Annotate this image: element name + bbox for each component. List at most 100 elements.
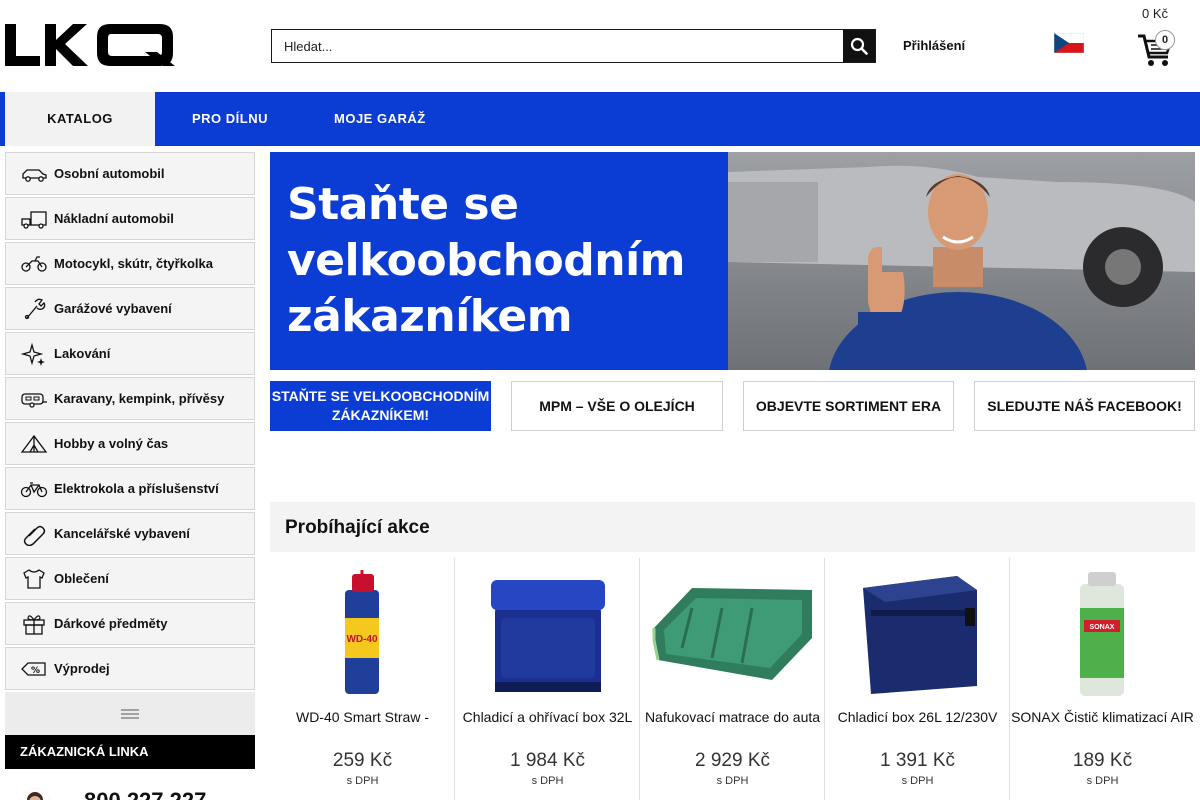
nav-moje-garaz[interactable]: MOJE GARÁŽ xyxy=(334,92,426,146)
sidebar-item-nakladni-automobil[interactable]: Nákladní automobil xyxy=(5,197,255,240)
czech-flag-icon[interactable] xyxy=(1053,32,1085,54)
sidebar-item-vyprodej[interactable]: % Výprodej xyxy=(5,647,255,690)
sidebar-item-karavany[interactable]: Karavany, kempink, přívěsy xyxy=(5,377,255,420)
category-sidebar: Osobní automobil Nákladní automobil Moto… xyxy=(5,152,255,736)
product-image-wd40[interactable]: WD-40 xyxy=(282,568,443,698)
bicycle-icon xyxy=(20,481,48,497)
cart-count-badge: 0 xyxy=(1155,30,1175,50)
product-price: 189 Kč xyxy=(1072,750,1133,771)
lkq-logo[interactable] xyxy=(5,22,175,68)
tshirt-icon xyxy=(23,568,45,589)
sidebar-item-label: Elektrokola a příslušenství xyxy=(54,481,219,496)
sidebar-item-label: Karavany, kempink, přívěsy xyxy=(54,391,225,406)
sale-tag-icon: % xyxy=(21,661,46,676)
product-name[interactable]: WD-40 Smart Straw - xyxy=(270,709,455,741)
product-vat-note: s DPH xyxy=(346,775,379,787)
product-vat-note: s DPH xyxy=(901,775,934,787)
sidebar-item-label: Lakování xyxy=(54,346,111,361)
product-price: 2 929 Kč xyxy=(695,750,770,771)
hero-banner[interactable]: Staňte se velkoobchodním zákazníkem xyxy=(270,152,1195,370)
product-card[interactable]: Nafukovací matrace do auta 2 929 Kč s DP… xyxy=(640,558,825,800)
promo-label: SLEDUJTE NÁŠ FACEBOOK! xyxy=(987,397,1182,414)
hotline-agent-avatar xyxy=(20,788,50,800)
product-image-cooler-32l[interactable] xyxy=(467,568,628,698)
paperclip-icon xyxy=(23,525,46,546)
banner-line-3: zákazníkem xyxy=(287,291,573,342)
sidebar-item-lakovani[interactable]: Lakování xyxy=(5,332,255,375)
sidebar-more-button[interactable] xyxy=(5,692,255,736)
promotions-section-header: Probíhající akce xyxy=(270,502,1195,552)
sidebar-item-garazove-vybaveni[interactable]: Garážové vybavení xyxy=(5,287,255,330)
promo-facebook-button[interactable]: SLEDUJTE NÁŠ FACEBOOK! xyxy=(974,381,1195,431)
product-price: 259 Kč xyxy=(332,750,393,771)
sidebar-item-label: Garážové vybavení xyxy=(54,301,172,316)
search-icon xyxy=(850,37,868,55)
promo-mpm-oils-button[interactable]: MPM – VŠE O OLEJÍCH xyxy=(511,381,723,431)
sidebar-item-elektrokola[interactable]: Elektrokola a příslušenství xyxy=(5,467,255,510)
banner-text-panel: Staňte se velkoobchodním zákazníkem xyxy=(270,152,728,370)
svg-text:SONAX: SONAX xyxy=(1090,624,1115,631)
sidebar-item-obleceni[interactable]: Oblečení xyxy=(5,557,255,600)
gift-icon xyxy=(23,614,45,635)
product-image-sonax-ac-cleaner[interactable]: SONAX xyxy=(1022,568,1183,698)
sidebar-item-label: Oblečení xyxy=(54,571,109,586)
svg-text:%: % xyxy=(31,666,40,676)
product-name[interactable]: Nafukovací matrace do auta xyxy=(640,709,825,741)
search-bar xyxy=(271,29,876,63)
promo-wholesale-button[interactable]: STAŇTE SE VELKOOBCHODNÍM ZÁKAZNÍKEM! xyxy=(270,381,491,431)
motorcycle-icon xyxy=(21,255,47,272)
svg-text:WD-40: WD-40 xyxy=(346,634,378,645)
hamburger-icon xyxy=(121,709,139,719)
sidebar-item-label: Dárkové předměty xyxy=(54,616,168,631)
main-nav: KATALOG PRO DÍLNU MOJE GARÁŽ xyxy=(0,92,1200,146)
sidebar-item-label: Motocykl, skútr, čtyřkolka xyxy=(54,256,213,271)
sidebar-item-motocykl[interactable]: Motocykl, skútr, čtyřkolka xyxy=(5,242,255,285)
sidebar-item-kancelarske[interactable]: Kancelářské vybavení xyxy=(5,512,255,555)
product-card[interactable]: Chladicí a ohřívací box 32L 1 984 Kč s D… xyxy=(455,558,640,800)
product-card[interactable]: WD-40 WD-40 Smart Straw - 259 Kč s DPH xyxy=(270,558,455,800)
sidebar-item-darkove-predmety[interactable]: Dárkové předměty xyxy=(5,602,255,645)
nav-katalog[interactable]: KATALOG xyxy=(5,92,155,146)
car-icon xyxy=(22,168,47,182)
truck-icon xyxy=(21,210,47,229)
nav-pro-dilnu[interactable]: PRO DÍLNU xyxy=(192,92,268,146)
sidebar-item-label: Osobní automobil xyxy=(54,166,165,181)
product-name[interactable]: SONAX Čistič klimatizací AIR xyxy=(1010,709,1195,741)
product-image-cooler-26l[interactable] xyxy=(837,568,998,698)
product-carousel: WD-40 WD-40 Smart Straw - 259 Kč s DPH C… xyxy=(270,558,1195,800)
product-card[interactable]: Chladicí box 26L 12/230V 1 391 Kč s DPH xyxy=(825,558,1010,800)
product-name[interactable]: Chladicí a ohřívací box 32L xyxy=(455,709,640,741)
promo-label: STAŇTE SE VELKOOBCHODNÍM ZÁKAZNÍKEM! xyxy=(271,388,490,423)
product-vat-note: s DPH xyxy=(716,775,749,787)
sidebar-item-hobby[interactable]: Hobby a volný čas xyxy=(5,422,255,465)
sidebar-item-label: Výprodej xyxy=(54,661,110,676)
search-input[interactable] xyxy=(272,30,843,62)
banner-headline: Staňte se velkoobchodním zákazníkem xyxy=(287,177,686,345)
customer-hotline-heading: ZÁKAZNICKÁ LINKA xyxy=(5,735,255,769)
search-button[interactable] xyxy=(843,30,875,62)
banner-mechanic-photo xyxy=(728,152,1195,370)
product-image-air-mattress[interactable] xyxy=(652,568,813,698)
wrench-icon xyxy=(24,298,46,319)
sparkle-icon xyxy=(20,342,45,366)
section-title: Probíhající akce xyxy=(285,517,430,538)
sidebar-item-label: Kancelářské vybavení xyxy=(54,526,190,541)
tent-icon xyxy=(20,434,48,453)
promo-label: MPM – VŠE O OLEJÍCH xyxy=(539,397,695,414)
sidebar-item-label: Hobby a volný čas xyxy=(54,436,169,451)
site-header: Přihlášení 0 Kč 0 xyxy=(0,0,1200,92)
caravan-icon xyxy=(21,392,47,408)
login-link[interactable]: Přihlášení xyxy=(903,38,965,53)
product-card[interactable]: SONAX SONAX Čistič klimatizací AIR 189 K… xyxy=(1010,558,1195,800)
product-vat-note: s DPH xyxy=(531,775,564,787)
sidebar-item-label: Nákladní automobil xyxy=(54,211,174,226)
hotline-phone-number[interactable]: 800 227 227 xyxy=(84,788,206,800)
sidebar-item-osobni-automobil[interactable]: Osobní automobil xyxy=(5,152,255,195)
product-price: 1 984 Kč xyxy=(510,750,585,771)
product-price: 1 391 Kč xyxy=(880,750,955,771)
promo-label: OBJEVTE SORTIMENT ERA xyxy=(755,397,942,414)
promo-era-button[interactable]: OBJEVTE SORTIMENT ERA xyxy=(743,381,954,431)
product-name[interactable]: Chladicí box 26L 12/230V xyxy=(825,709,1010,741)
product-vat-note: s DPH xyxy=(1086,775,1119,787)
cart-total: 0 Kč xyxy=(1142,6,1169,21)
